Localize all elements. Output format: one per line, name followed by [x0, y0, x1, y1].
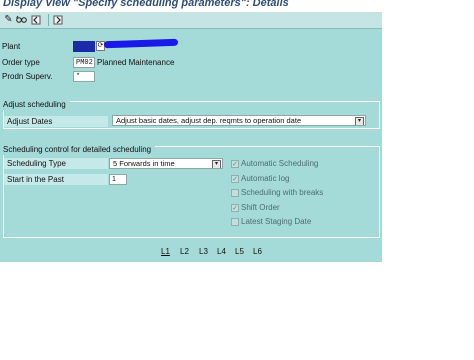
adjust-scheduling-title: Adjust scheduling — [3, 100, 70, 110]
scheduling-type-dropdown[interactable]: 5 Forwards in time ▾ — [109, 158, 223, 169]
glasses-display-icon[interactable] — [16, 14, 27, 25]
previous-entry-icon-svg — [31, 15, 40, 24]
glasses-display-icon-svg — [16, 15, 27, 23]
previous-entry-icon[interactable] — [30, 14, 41, 25]
order-type-field[interactable]: PM02 — [73, 57, 95, 68]
prodn-superv-field[interactable]: * — [73, 71, 95, 82]
toolbar-separator — [48, 14, 49, 26]
level-tab-l4[interactable]: L4 — [217, 247, 226, 257]
edit-pen-icon[interactable]: ✎ — [3, 14, 14, 25]
scheduling-with-breaks-label: Scheduling with breaks — [241, 188, 324, 197]
next-entry-icon[interactable] — [52, 14, 63, 25]
window-title: Display View "Specify scheduling paramet… — [3, 0, 289, 9]
title-bar: Display View "Specify scheduling paramet… — [0, 0, 474, 12]
latest-staging-date-checkbox[interactable] — [231, 218, 239, 226]
prodn-superv-label: Prodn Superv. — [2, 72, 53, 81]
level-tab-l5[interactable]: L5 — [235, 247, 244, 257]
start-in-past-field[interactable]: 1 — [109, 174, 127, 185]
start-in-past-label: Start in the Past — [4, 174, 108, 185]
level-tab-l6[interactable]: L6 — [253, 247, 262, 257]
redaction-scribble — [103, 38, 179, 49]
scheduling-control-title: Scheduling control for detailed scheduli… — [3, 145, 156, 155]
scheduling-type-label: Scheduling Type — [4, 158, 108, 169]
shift-order-label: Shift Order — [241, 203, 280, 212]
adjust-dates-label: Adjust Dates — [4, 116, 108, 127]
adjust-dates-dropdown[interactable]: Adjust basic dates, adjust dep. reqmts t… — [112, 115, 366, 126]
automatic-log-label: Automatic log — [241, 174, 290, 183]
dropdown-arrow-icon[interactable]: ▾ — [212, 160, 221, 168]
adjust-dates-value: Adjust basic dates, adjust dep. reqmts t… — [116, 116, 302, 125]
order-type-label: Order type — [2, 58, 40, 67]
automatic-log-checkbox[interactable]: ✓ — [231, 175, 239, 183]
level-tab-l3[interactable]: L3 — [199, 247, 208, 257]
application-toolbar: ✎ — [0, 12, 382, 29]
main-screen: ✎ Plant ⟳ Order type PM02 Planned Mainte… — [0, 12, 382, 262]
plant-field[interactable] — [73, 41, 95, 52]
scheduling-with-breaks-checkbox[interactable] — [231, 189, 239, 197]
level-tab-l1[interactable]: L1 — [161, 247, 170, 257]
scheduling-type-value: 5 Forwards in time — [113, 159, 175, 168]
dropdown-arrow-icon[interactable]: ▾ — [355, 117, 364, 125]
next-entry-icon-svg — [53, 15, 62, 24]
shift-order-checkbox[interactable]: ✓ — [231, 204, 239, 212]
plant-label: Plant — [2, 42, 21, 51]
automatic-scheduling-label: Automatic Scheduling — [241, 159, 319, 168]
automatic-scheduling-checkbox[interactable]: ✓ — [231, 160, 239, 168]
order-type-description: Planned Maintenance — [97, 58, 175, 67]
latest-staging-date-label: Latest Staging Date — [241, 217, 312, 226]
level-tab-l2[interactable]: L2 — [180, 247, 189, 257]
